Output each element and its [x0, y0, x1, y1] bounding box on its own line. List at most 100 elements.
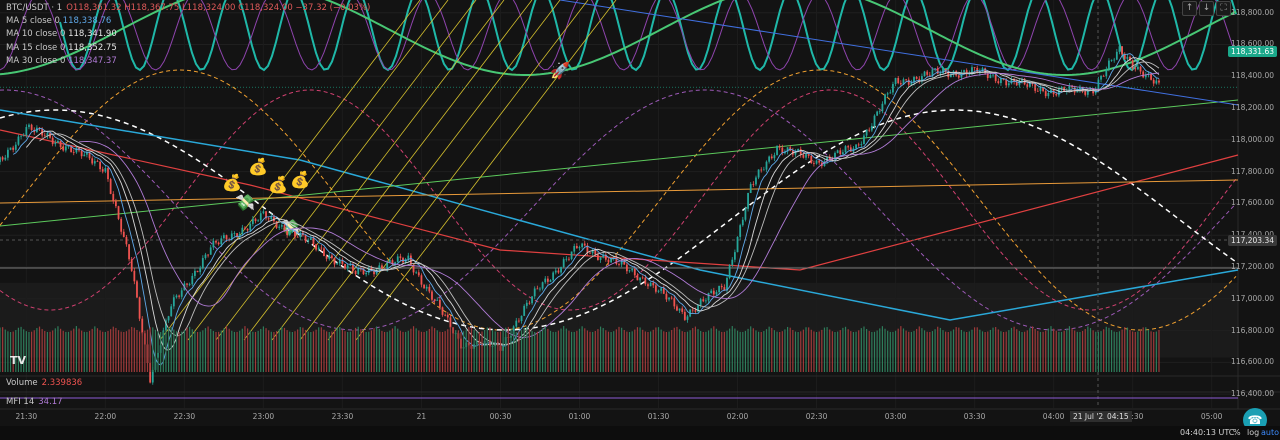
candle-body [107, 168, 109, 180]
candle-body [607, 259, 610, 263]
candle-body [736, 236, 739, 253]
auto-toggle[interactable]: auto [1261, 428, 1279, 437]
candle-body [30, 124, 33, 130]
candle-body [728, 265, 731, 278]
candle-body [813, 163, 815, 164]
candle-body [83, 154, 86, 157]
candle-body [536, 288, 539, 290]
candle-body [1034, 84, 1037, 91]
price-tick-label: 116,600.00 [1231, 357, 1274, 367]
crosshair-price-badge: 117,203.34 [1228, 235, 1277, 246]
candle-body [96, 161, 99, 162]
candle-body [0, 157, 1, 163]
candle-body [191, 275, 194, 285]
candle-body [760, 169, 763, 171]
candle-body [254, 218, 257, 222]
money-sticker: 💰 [222, 173, 242, 192]
candle-body [923, 71, 926, 77]
candle-body [805, 154, 807, 158]
candle-body [415, 272, 418, 274]
mfi-pane-label[interactable]: MFI 14 34.17 [6, 397, 63, 407]
symbol-title[interactable]: BTC/USDT · 1 [6, 3, 62, 13]
candle-body [847, 146, 850, 148]
candle-body [657, 290, 660, 292]
candle-body [639, 277, 641, 281]
candle-body [1047, 92, 1050, 97]
candle-body [928, 74, 931, 76]
candle-body [589, 252, 591, 254]
candle-body [62, 146, 65, 151]
candle-body [1007, 83, 1010, 86]
candle-body [431, 291, 433, 300]
candle-body [320, 247, 323, 249]
candle-body [676, 306, 678, 311]
candle-body [744, 208, 747, 220]
candle-body [647, 284, 649, 287]
candle-body [1126, 56, 1129, 59]
legend-ma30[interactable]: MA 30 close 0 118,347.37 [6, 55, 370, 68]
candle-body [997, 81, 1000, 84]
candle-body [217, 242, 220, 245]
candle-body [64, 146, 67, 151]
candle-body [884, 94, 886, 104]
candle-body [776, 145, 778, 156]
candle-body [207, 254, 209, 256]
candle-body [752, 184, 755, 185]
candle-body [662, 288, 665, 294]
price-tick-label: 118,800.00 [1231, 7, 1274, 17]
candle-body [275, 221, 278, 228]
utc-clock[interactable]: 04:40:13 UTC [1180, 428, 1234, 437]
candle-body [1100, 75, 1102, 80]
candle-body [1108, 60, 1110, 70]
candle-body [299, 232, 302, 238]
money-sticker: 💰 [290, 170, 310, 189]
legend-ma15[interactable]: MA 15 close 0 118,352.75 [6, 42, 370, 55]
candle-body [80, 150, 83, 157]
move-down-icon[interactable]: ↓ [1199, 1, 1214, 16]
candle-body [554, 270, 557, 273]
candle-body [186, 283, 188, 285]
candle-body [257, 220, 260, 222]
candle-body [633, 268, 636, 276]
candle-body [112, 193, 115, 202]
crosshair-time-badge: 04:15 [1104, 411, 1132, 422]
candle-body [802, 154, 805, 158]
time-tick-label: 05:00 [1200, 412, 1223, 421]
percent-toggle[interactable]: % [1233, 428, 1241, 437]
candle-body [778, 145, 781, 148]
candle-body [1158, 80, 1160, 83]
price-tick-label: 118,000.00 [1231, 134, 1274, 144]
move-up-icon[interactable]: ↑ [1182, 1, 1197, 16]
ohlc-readout: O118,361.32 H118,367.75 L118,324.00 C118… [66, 3, 371, 13]
candle-body [644, 277, 647, 285]
tradingview-logo[interactable]: TV [10, 354, 26, 367]
price-tick-label: 118,400.00 [1231, 71, 1274, 81]
log-toggle[interactable]: log [1247, 428, 1259, 437]
candle-body [989, 75, 992, 79]
candle-body [396, 256, 399, 263]
candle-body [425, 286, 428, 289]
candle-body [125, 236, 128, 245]
candle-body [931, 69, 934, 76]
candle-body [199, 267, 202, 273]
candle-body [807, 154, 810, 156]
time-tick-label: 21 [416, 412, 427, 421]
candle-body [881, 103, 884, 112]
candle-body [815, 160, 818, 164]
price-tick-label: 117,000.00 [1231, 293, 1274, 303]
candle-body [22, 135, 25, 137]
candle-body [544, 278, 547, 283]
candle-body [581, 243, 584, 248]
legend-ma5[interactable]: MA 5 close 0 118,338.76 [6, 15, 370, 28]
volume-pane-label[interactable]: Volume 2.339836 [6, 378, 82, 388]
candle-body [665, 293, 668, 300]
time-tick-label: 23:00 [252, 412, 275, 421]
candle-body [278, 226, 281, 228]
legend-ma10[interactable]: MA 10 close 0 118,341.90 [6, 28, 370, 41]
candle-body [549, 280, 552, 282]
candle-body [578, 247, 581, 249]
candle-body [122, 231, 125, 237]
maximize-icon[interactable]: ⛶ [1216, 1, 1231, 16]
candle-body [441, 307, 444, 315]
candle-body [1142, 71, 1145, 78]
